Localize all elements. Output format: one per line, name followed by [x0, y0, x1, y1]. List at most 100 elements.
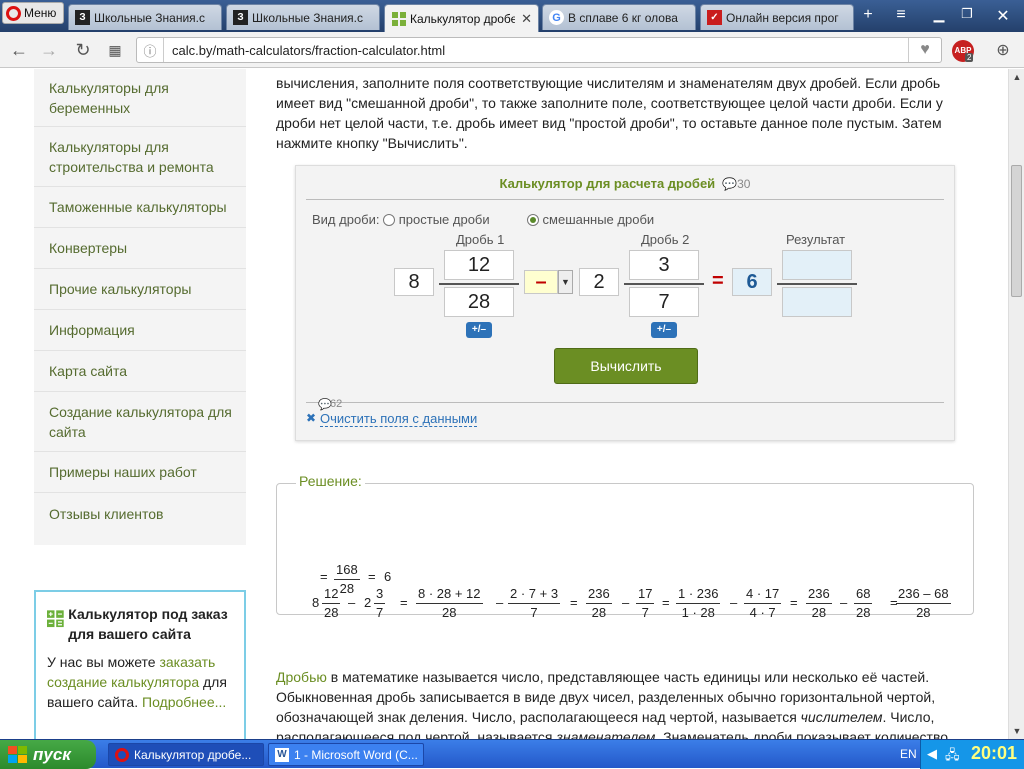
- heart-icon[interactable]: ♥: [909, 41, 941, 59]
- download-icon[interactable]: ⊕: [992, 40, 1014, 60]
- close-window-icon[interactable]: ✕: [992, 6, 1014, 26]
- minimize-icon[interactable]: ▁: [928, 6, 950, 23]
- address-bar[interactable]: ⓘ calc.by/math-calculators/fraction-calc…: [136, 37, 942, 63]
- fraction-numerator: 168: [334, 561, 360, 580]
- sidebar-item-construction[interactable]: Калькуляторы для строительства и ремонта: [34, 127, 246, 187]
- windows-logo-icon: [8, 745, 27, 763]
- calculator-title: Калькулятор для расчета дробей: [499, 176, 716, 191]
- sidebar-item-label[interactable]: Создание калькулятора для сайта: [49, 402, 246, 442]
- article-text: Дробью в математике называется число, пр…: [276, 667, 976, 739]
- sidebar-item-label[interactable]: Карта сайта: [49, 361, 127, 381]
- clear-fields-link[interactable]: Очистить поля с данными: [320, 411, 478, 427]
- fraction-numerator: 68: [854, 585, 873, 604]
- radio-mixed-label[interactable]: смешанные дроби: [543, 212, 655, 227]
- page-info-icon[interactable]: ⓘ: [137, 41, 163, 60]
- sidebar-item-label[interactable]: Примеры наших работ: [49, 462, 197, 482]
- vertical-scrollbar[interactable]: ▲ ▼: [1008, 69, 1024, 739]
- speed-dial-icon[interactable]: ▦: [104, 42, 126, 59]
- tab-online-version[interactable]: ✓ Онлайн версия прог: [700, 4, 854, 30]
- fraction-term-link[interactable]: Дробью: [276, 669, 327, 685]
- fraction-numerator: 2 · 7 + 3: [508, 585, 561, 604]
- solution-operator: –: [622, 595, 630, 610]
- solution-operator: =: [320, 569, 328, 584]
- solution-fraction: 37: [374, 585, 386, 622]
- more-link[interactable]: Подробнее...: [142, 694, 226, 710]
- reload-icon[interactable]: ↻: [72, 40, 94, 61]
- solution-fraction: 68 28: [854, 585, 873, 622]
- fraction1-sign-button[interactable]: +/–: [466, 322, 492, 338]
- znanija-icon: З: [75, 10, 90, 25]
- tray-back-icon[interactable]: ◀: [927, 746, 937, 762]
- tab-menu-icon[interactable]: ≡: [890, 6, 912, 24]
- sidebar-item-customs[interactable]: Таможенные калькуляторы: [34, 187, 246, 228]
- fraction1-denominator-input[interactable]: 28: [444, 287, 514, 317]
- fraction2-bar: [624, 283, 704, 285]
- new-tab-icon[interactable]: +: [857, 6, 879, 24]
- radio-simple-label[interactable]: простые дроби: [399, 212, 490, 227]
- operator-dropdown-icon[interactable]: ▼: [558, 270, 573, 294]
- sidebar-item-label[interactable]: Прочие калькуляторы: [49, 279, 191, 299]
- tab-znanija-1[interactable]: З Школьные Знания.с: [68, 4, 222, 30]
- fraction-numerator: 8 · 28 + 12: [416, 585, 483, 604]
- scroll-thumb[interactable]: [1011, 165, 1022, 297]
- promo-box: Калькулятор под заказ для вашего сайта У…: [34, 590, 246, 739]
- divider: [306, 402, 944, 403]
- scroll-down-icon[interactable]: ▼: [1009, 723, 1024, 739]
- bottom-comments-count[interactable]: 62: [330, 398, 342, 410]
- fraction-denominator: 4 · 7: [749, 605, 776, 620]
- sidebar-item-other[interactable]: Прочие калькуляторы: [34, 269, 246, 310]
- start-label: пуск: [33, 744, 71, 764]
- start-button[interactable]: пуск: [0, 740, 96, 769]
- fraction2-whole-input[interactable]: 2: [579, 268, 619, 296]
- tab-fraction-calculator[interactable]: Калькулятор дробе ✕: [384, 4, 539, 32]
- sidebar-item-converters[interactable]: Конвертеры: [34, 228, 246, 269]
- sidebar-item-sitemap[interactable]: Карта сайта: [34, 351, 246, 392]
- sidebar-item-label[interactable]: Информация: [49, 320, 135, 340]
- fraction2-sign-button[interactable]: +/–: [651, 322, 677, 338]
- taskbar-word[interactable]: W 1 - Microsoft Word (С...: [268, 743, 424, 766]
- taskbar-opera[interactable]: Калькулятор дробе...: [108, 743, 264, 766]
- language-indicator[interactable]: EN: [900, 747, 917, 761]
- clock[interactable]: 20:01: [971, 743, 1017, 764]
- sidebar-item-pregnancy[interactable]: Калькуляторы для беременных: [34, 69, 246, 127]
- tab-znanija-2[interactable]: З Школьные Знания.с: [226, 4, 380, 30]
- fraction1-numerator-input[interactable]: 12: [444, 250, 514, 280]
- forward-icon[interactable]: →: [38, 40, 60, 61]
- network-icon[interactable]: 🖧: [945, 746, 960, 768]
- fraction1-whole-input[interactable]: 8: [394, 268, 434, 296]
- sidebar-item-label[interactable]: Калькуляторы для строительства и ремонта: [49, 137, 246, 177]
- sidebar-item-portfolio[interactable]: Примеры наших работ: [34, 452, 246, 493]
- calculate-button[interactable]: Вычислить: [554, 348, 698, 384]
- url-text[interactable]: calc.by/math-calculators/fraction-calcul…: [164, 43, 908, 58]
- sidebar-item-label[interactable]: Отзывы клиентов: [49, 504, 163, 524]
- scroll-up-icon[interactable]: ▲: [1009, 69, 1024, 85]
- opera-menu-button[interactable]: Меню: [2, 2, 64, 24]
- fraction2-denominator-input[interactable]: 7: [629, 287, 699, 317]
- solution-operator: =: [368, 569, 376, 584]
- sidebar-item-label[interactable]: Калькуляторы для беременных: [49, 78, 246, 118]
- close-tab-icon[interactable]: ✕: [521, 11, 532, 27]
- sidebar-item-create-calculator[interactable]: Создание калькулятора для сайта: [34, 392, 246, 452]
- sidebar-item-info[interactable]: Информация: [34, 310, 246, 351]
- solution-fraction: 2 · 7 + 37: [508, 585, 561, 622]
- sidebar-item-label[interactable]: Конвертеры: [49, 238, 127, 258]
- sidebar-item-label[interactable]: Таможенные калькуляторы: [49, 197, 227, 217]
- fraction-numerator: 236: [806, 585, 832, 604]
- radio-simple[interactable]: [383, 214, 396, 226]
- maximize-icon[interactable]: ❐: [956, 6, 978, 22]
- sidebar-item-reviews[interactable]: Отзывы клиентов: [34, 493, 246, 534]
- fraction2-numerator-input[interactable]: 3: [629, 250, 699, 280]
- solution-operator: –: [730, 595, 738, 610]
- solution-operator: –: [496, 595, 504, 610]
- solution-legend: Решение:: [296, 473, 365, 489]
- tab-google[interactable]: G В сплаве 6 кг олова: [542, 4, 696, 30]
- fraction-type-row: Вид дроби: простые дроби смешанные дроби: [312, 212, 654, 227]
- back-icon[interactable]: ←: [8, 40, 30, 61]
- fraction-denominator: 7: [530, 605, 538, 620]
- result-denominator-output: [782, 287, 852, 317]
- operator-select[interactable]: –: [524, 270, 558, 294]
- radio-mixed[interactable]: [526, 214, 539, 226]
- adblock-badge: 2: [965, 53, 974, 62]
- comments-count[interactable]: 30: [737, 177, 750, 191]
- solution-whole-part: 2: [364, 595, 372, 610]
